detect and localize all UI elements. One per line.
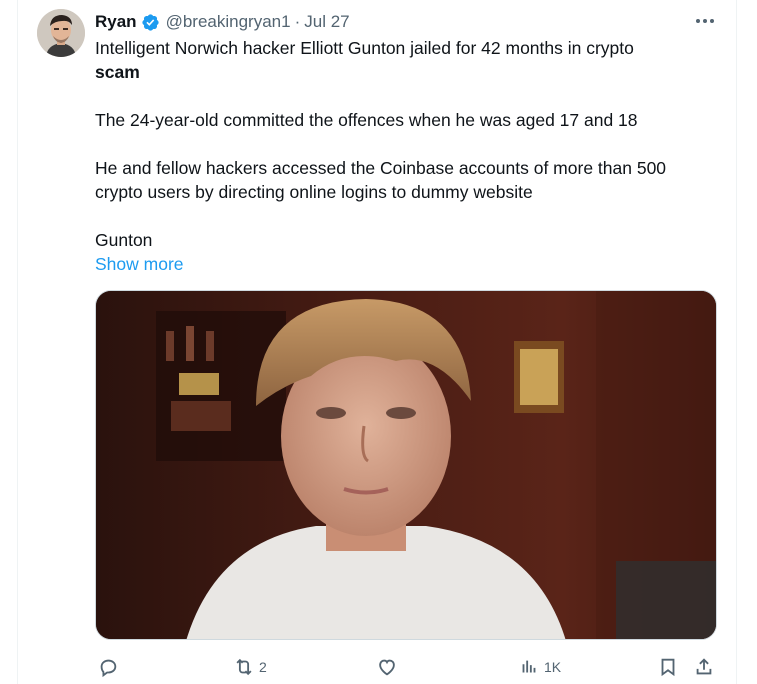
tweet-actions: 2 1K <box>95 652 717 684</box>
separator-dot: · <box>294 12 301 31</box>
share-button[interactable] <box>693 656 715 678</box>
repost-button[interactable]: 2 <box>233 656 267 678</box>
bookmark-button[interactable] <box>657 656 679 678</box>
views-button[interactable]: 1K <box>518 656 561 678</box>
tweet-header: Ryan @breakingryan1 · Jul 27 <box>95 10 350 34</box>
more-horizontal-icon <box>696 19 714 23</box>
reply-button[interactable] <box>97 656 123 678</box>
like-button[interactable] <box>376 656 402 678</box>
tweet-line-1: Intelligent Norwich hacker Elliott Gunto… <box>95 38 634 58</box>
view-count: 1K <box>544 659 562 675</box>
bookmark-icon <box>661 658 675 677</box>
author-name[interactable]: Ryan <box>95 12 137 32</box>
tweet-text: Intelligent Norwich hacker Elliott Gunto… <box>95 36 715 276</box>
tweet-line-1-bold: scam <box>95 62 140 82</box>
tweet-media-image[interactable] <box>95 290 717 640</box>
tweet-paragraph-4: Gunton <box>95 230 153 250</box>
author-handle[interactable]: @breakingryan1 <box>166 12 291 32</box>
tweet-paragraph-2: The 24-year-old committed the offences w… <box>95 110 638 130</box>
repost-icon <box>236 658 252 676</box>
heart-icon <box>379 659 395 676</box>
more-options-button[interactable] <box>693 10 717 32</box>
show-more-link[interactable]: Show more <box>95 252 715 276</box>
tweet-paragraph-3-line-1: He and fellow hackers accessed the Coinb… <box>95 158 667 178</box>
tweet-paragraph-3-line-2: crypto users by directing online logins … <box>95 182 533 202</box>
avatar-image <box>37 9 85 57</box>
avatar[interactable] <box>37 9 85 57</box>
photo <box>96 291 716 639</box>
reply-icon <box>100 659 117 678</box>
views-chart-icon <box>522 660 536 673</box>
verified-badge-icon <box>141 13 159 31</box>
tweet-date[interactable]: Jul 27 <box>304 12 349 32</box>
share-icon <box>696 658 712 675</box>
repost-count: 2 <box>259 659 267 675</box>
